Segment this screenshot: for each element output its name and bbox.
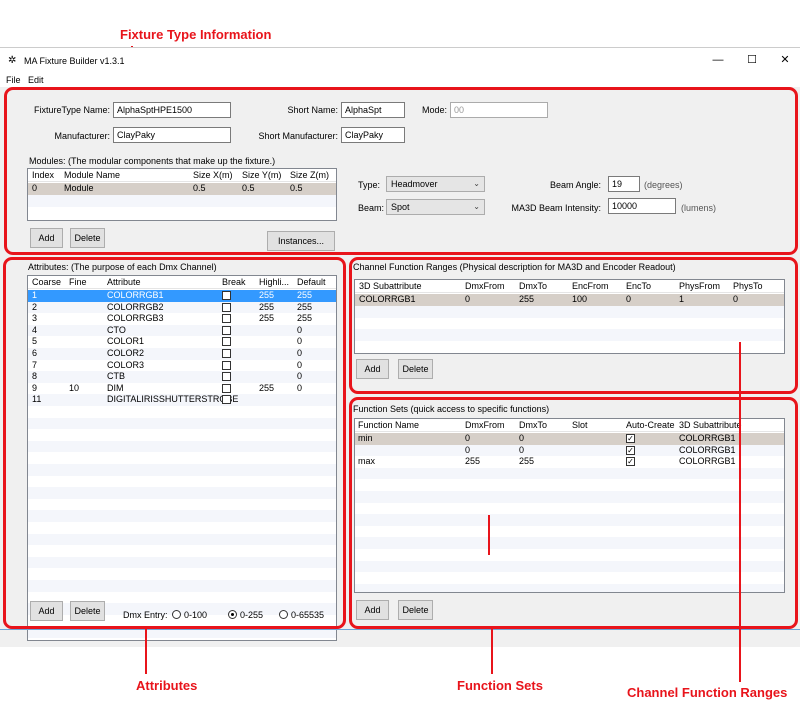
highlight-attributes	[3, 257, 346, 629]
highlight-channel-ranges	[349, 257, 798, 394]
window-title: MA Fixture Builder v1.3.1	[24, 56, 125, 66]
title-bar: ✲ MA Fixture Builder v1.3.1 — ☐ ✕	[0, 48, 800, 73]
menu-edit[interactable]: Edit	[28, 75, 44, 85]
annotation-line	[739, 342, 741, 682]
highlight-function-sets	[349, 397, 798, 629]
app-icon: ✲	[8, 55, 17, 66]
highlight-fixture-info	[4, 87, 798, 255]
annotation-function-sets: Function Sets	[457, 678, 543, 693]
annotation-fixture-type-info: Fixture Type Information	[120, 27, 272, 42]
annotation-line	[488, 515, 490, 555]
annotation-line	[145, 629, 147, 674]
menu-file[interactable]: File	[6, 75, 21, 85]
annotation-line	[491, 629, 493, 674]
close-button[interactable]: ✕	[770, 50, 800, 70]
menu-bar: File Edit	[0, 73, 800, 87]
minimize-button[interactable]: —	[703, 50, 733, 70]
annotation-attributes: Attributes	[136, 678, 198, 693]
maximize-button[interactable]: ☐	[737, 50, 767, 70]
annotation-channel-ranges: Channel Function Ranges	[627, 685, 788, 700]
status-divider	[0, 629, 800, 630]
